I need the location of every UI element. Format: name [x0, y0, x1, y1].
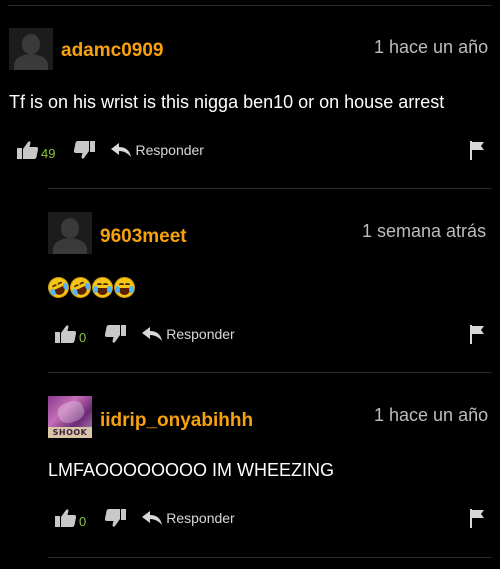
reply-label: Responder — [135, 142, 204, 158]
divider — [48, 557, 492, 558]
avatar-stamp: SHOOK — [48, 427, 92, 438]
reply-button[interactable]: Responder — [142, 510, 235, 526]
like-count: 49 — [41, 146, 56, 161]
like-button[interactable]: 49 — [17, 140, 55, 160]
reply-button[interactable]: Responder — [142, 326, 235, 342]
comment-username[interactable]: adamc0909 — [61, 40, 163, 62]
flag-icon — [470, 141, 484, 160]
thumbs-up-icon — [55, 509, 77, 527]
dislike-button[interactable] — [104, 508, 127, 528]
divider — [48, 372, 492, 373]
reply-label: Responder — [166, 326, 235, 342]
like-button[interactable]: 0 — [55, 508, 86, 528]
comment-timestamp: 1 hace un año — [374, 37, 489, 57]
comment-timestamp: 1 hace un año — [374, 405, 489, 425]
avatar[interactable]: SHOOK — [48, 396, 92, 438]
comment-timestamp: 1 semana atrás — [362, 221, 487, 241]
comment-actions: 0 Responder — [55, 508, 235, 528]
reply-button[interactable]: Responder — [111, 142, 204, 158]
reply-arrow-icon — [111, 143, 132, 157]
like-button[interactable]: 0 — [55, 324, 86, 344]
report-flag-button[interactable] — [470, 141, 484, 165]
like-count: 0 — [79, 330, 87, 345]
flag-icon — [470, 325, 484, 344]
thumbs-down-icon — [74, 141, 96, 159]
thumbs-down-icon — [105, 325, 127, 343]
comment-actions: 0 Responder — [55, 324, 235, 344]
rolling-on-floor-laughing-emoji — [44, 273, 73, 302]
face-with-tears-of-joy-emoji — [92, 277, 113, 298]
comment-text: Tf is on his wrist is this nigga ben10 o… — [9, 92, 445, 112]
report-flag-button[interactable] — [470, 509, 484, 533]
comment-username[interactable]: 9603meet — [100, 226, 187, 248]
reply-label: Responder — [166, 510, 235, 526]
comment-actions: 49 Responder — [17, 140, 204, 160]
face-with-tears-of-joy-emoji — [114, 277, 135, 298]
thumbs-down-icon — [105, 509, 127, 527]
comment-emojis — [44, 273, 135, 302]
divider — [8, 5, 492, 6]
reply-arrow-icon — [142, 511, 163, 525]
comment-username[interactable]: iidrip_onyabihhh — [100, 410, 253, 432]
report-flag-button[interactable] — [470, 325, 484, 349]
dislike-button[interactable] — [104, 324, 127, 344]
avatar[interactable] — [48, 212, 92, 254]
dislike-button[interactable] — [73, 140, 96, 160]
thumbs-up-icon — [55, 325, 77, 343]
like-count: 0 — [79, 514, 87, 529]
comment-text: LMFAOOOOOOOO IM WHEEZING — [48, 460, 335, 480]
reply-arrow-icon — [142, 327, 163, 341]
flag-icon — [470, 509, 484, 528]
thumbs-up-icon — [17, 141, 39, 159]
avatar[interactable] — [9, 28, 53, 70]
rolling-on-floor-laughing-emoji — [66, 273, 95, 302]
divider — [48, 188, 492, 189]
